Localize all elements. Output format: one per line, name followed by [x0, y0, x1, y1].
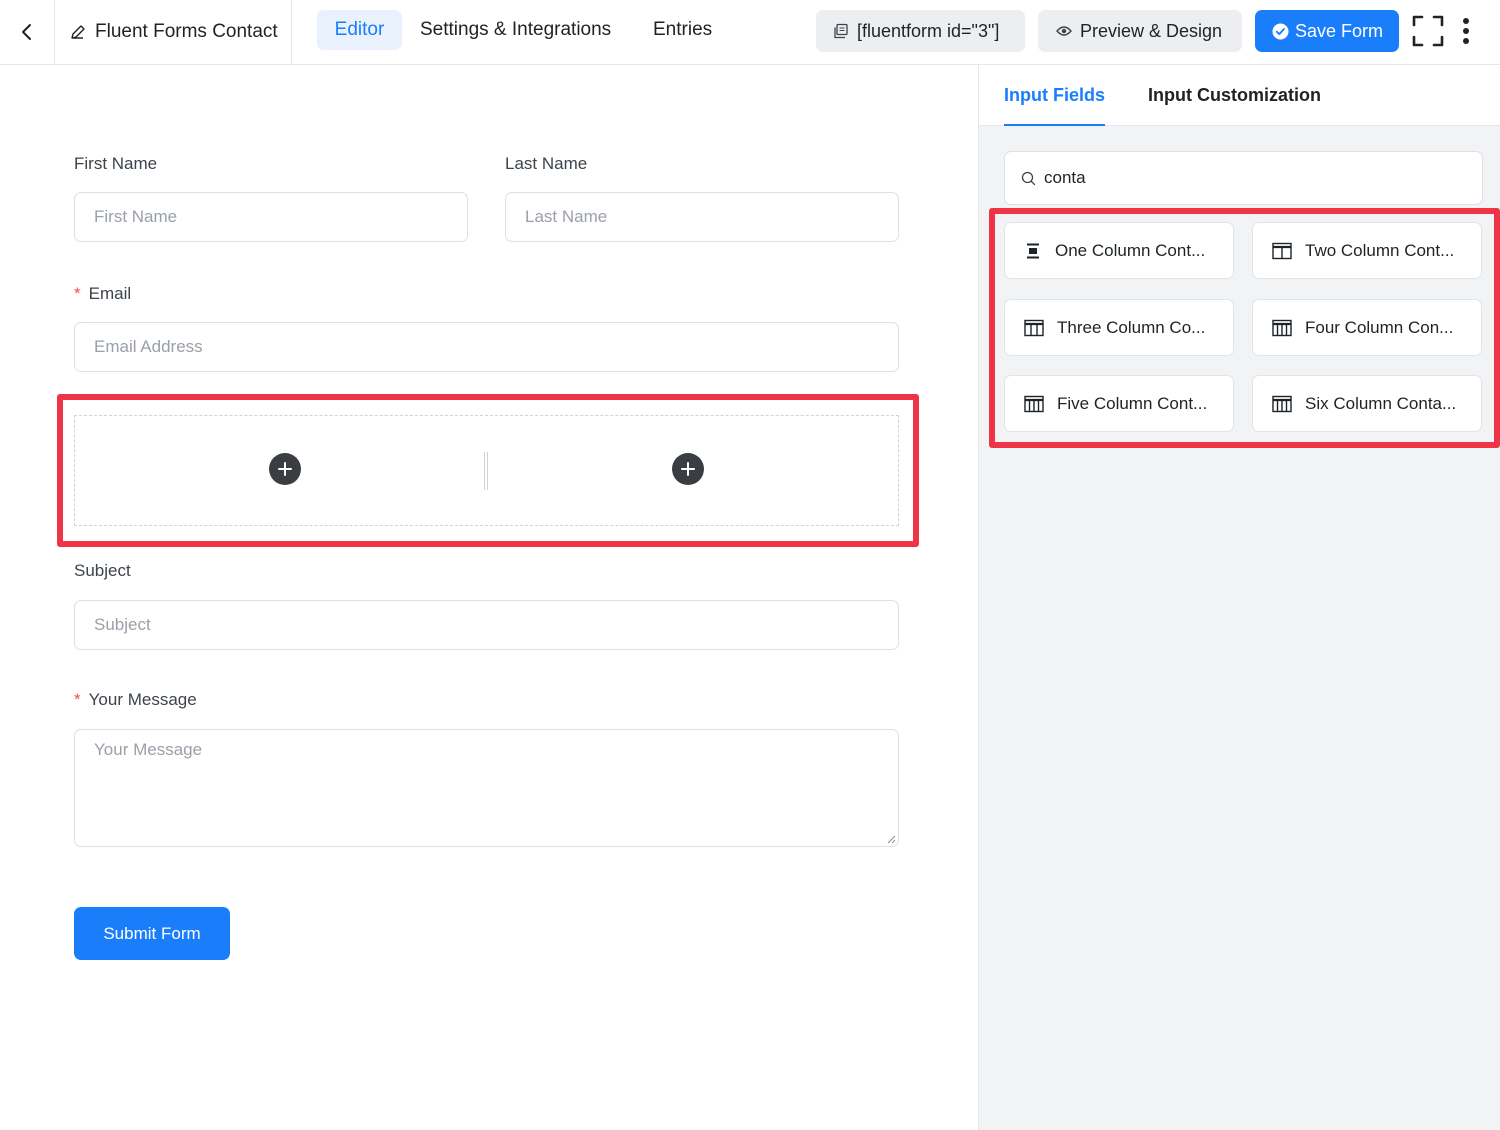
shortcode-text: [fluentform id="3"] [857, 20, 1000, 41]
subject-label: Subject [74, 561, 131, 580]
preview-design-button[interactable]: Preview & Design [1038, 10, 1242, 52]
chevron-left-icon [22, 24, 31, 40]
subject-field[interactable]: Subject [74, 600, 899, 650]
message-field[interactable]: Your Message [74, 729, 899, 847]
tab-input-fields[interactable]: Input Fields [1004, 65, 1105, 126]
message-label: * Your Message [74, 690, 197, 710]
field-search-input[interactable]: conta [1004, 151, 1483, 205]
email-field[interactable]: Email Address [74, 322, 899, 372]
search-value: conta [1044, 168, 1086, 187]
more-options-icon[interactable] [1458, 16, 1474, 46]
copy-icon [834, 23, 848, 39]
first-name-label: First Name [74, 154, 158, 173]
email-label-text: Email [88, 284, 132, 303]
required-mark: * [74, 284, 81, 303]
save-form-button[interactable]: Save Form [1255, 10, 1399, 52]
eye-icon [1056, 26, 1072, 36]
check-circle-icon [1272, 23, 1289, 39]
first-name-field[interactable]: First Name [74, 192, 468, 242]
save-form-label: Save Form [1295, 20, 1384, 41]
required-mark: * [74, 690, 81, 709]
sidebar-tabs: Input Fields Input Customization [979, 65, 1500, 126]
submit-form-button[interactable]: Submit Form [74, 907, 230, 960]
message-label-text: Your Message [88, 690, 197, 709]
tab-editor[interactable]: Editor [317, 10, 402, 50]
resize-handle-icon[interactable] [887, 835, 896, 844]
form-editor-canvas: First Name First Name Last Name Last Nam… [0, 65, 978, 1130]
preview-design-label: Preview & Design [1080, 20, 1223, 41]
fullscreen-icon[interactable] [1412, 15, 1444, 47]
last-name-label: Last Name [505, 154, 588, 173]
email-label: * Email [74, 284, 131, 304]
top-bar: Fluent Forms Contact Editor Settings & I… [0, 0, 1500, 65]
form-title-text: Fluent Forms Contact [95, 21, 278, 42]
tab-settings-integrations[interactable]: Settings & Integrations [420, 10, 611, 50]
tab-input-customization[interactable]: Input Customization [1148, 65, 1321, 126]
back-button[interactable] [0, 0, 55, 64]
form-title[interactable]: Fluent Forms Contact [55, 0, 292, 64]
pencil-icon [71, 25, 85, 39]
last-name-field[interactable]: Last Name [505, 192, 899, 242]
message-placeholder: Your Message [94, 740, 203, 759]
tab-entries[interactable]: Entries [653, 10, 712, 50]
shortcode-button[interactable]: [fluentform id="3"] [816, 10, 1025, 52]
search-icon [1021, 171, 1036, 185]
annotation-highlight-container [57, 394, 919, 547]
annotation-highlight-fields [989, 208, 1500, 448]
fields-sidebar: Input Fields Input Customization conta O… [978, 65, 1500, 1130]
